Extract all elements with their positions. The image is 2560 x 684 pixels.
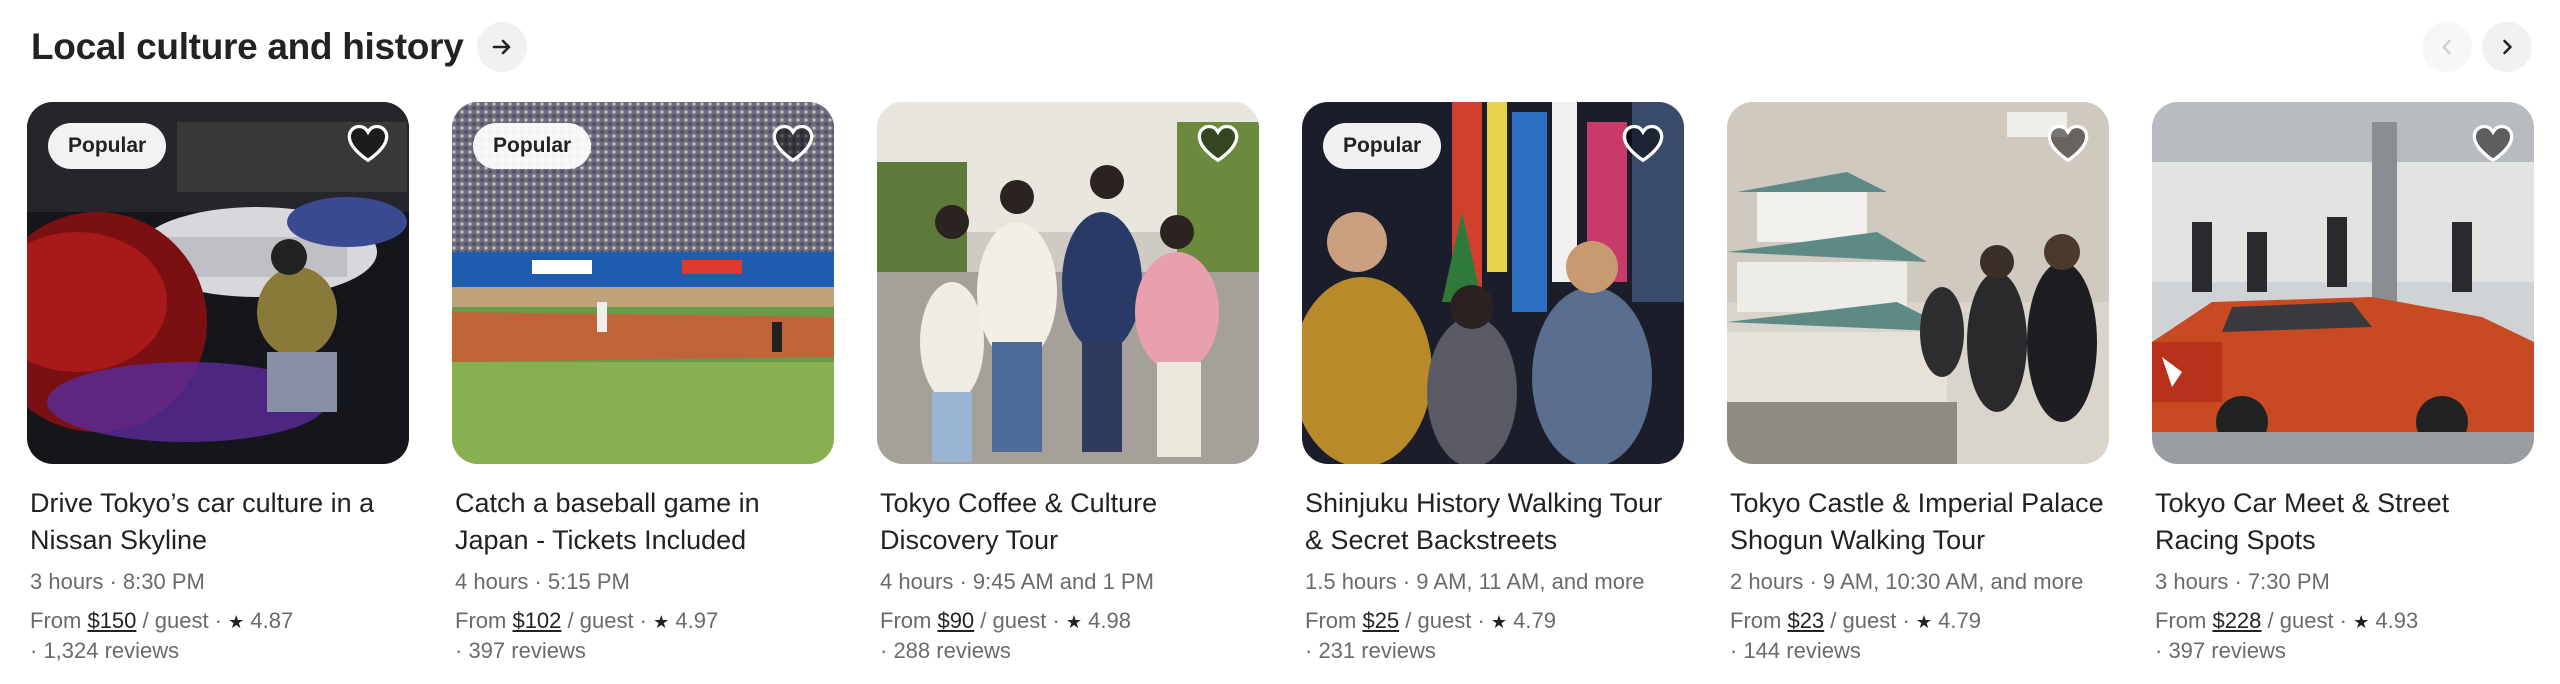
price-amount[interactable]: $90 — [937, 608, 974, 633]
chevron-left-icon — [2442, 39, 2451, 55]
price-suffix: / guest · — [1830, 608, 1910, 633]
price-line: From $90 / guest · ★ 4.98 — [880, 605, 1259, 638]
star-icon: ★ — [228, 612, 245, 632]
price-prefix: From — [1730, 608, 1782, 633]
show-all-button[interactable] — [477, 22, 528, 72]
price-suffix: / guest · — [980, 608, 1060, 633]
experience-photo[interactable] — [1727, 102, 2109, 464]
experience-card[interactable]: Tokyo Car Meet & Street Racing Spots 3 h… — [2152, 102, 2534, 667]
rating-value: 4.98 — [1088, 608, 1131, 633]
experience-title[interactable]: Drive Tokyo’s car culture in a Nissan Sk… — [30, 485, 409, 559]
price-amount[interactable]: $150 — [87, 608, 136, 633]
price-line: From $102 / guest · ★ 4.97 — [455, 605, 834, 638]
next-button[interactable] — [2482, 22, 2532, 72]
experience-details: 1.5 hours · 9 AM, 11 AM, and more — [1305, 569, 1645, 594]
review-count: · 231 reviews — [1305, 638, 1436, 663]
price-prefix: From — [455, 608, 507, 633]
experience-card[interactable]: Tokyo Castle & Imperial Palace Shogun Wa… — [1727, 102, 2109, 667]
review-count: · 397 reviews — [2155, 638, 2286, 663]
popular-badge: Popular — [48, 123, 167, 169]
price-suffix: / guest · — [2267, 608, 2348, 633]
experience-details: 2 hours · 9 AM, 10:30 AM, and more — [1730, 569, 2084, 594]
heart-icon[interactable] — [770, 120, 816, 166]
review-count: · 1,324 reviews — [30, 638, 180, 663]
price-line: From $23 / guest · ★ 4.79 — [1730, 605, 2109, 638]
price-amount[interactable]: $102 — [512, 608, 561, 633]
experience-details: 3 hours · 7:30 PM — [2155, 569, 2330, 594]
rating-value: 4.97 — [675, 608, 719, 633]
review-count: · 288 reviews — [880, 638, 1011, 663]
experience-title[interactable]: Tokyo Castle & Imperial Palace Shogun Wa… — [1730, 485, 2109, 559]
heart-icon[interactable] — [1620, 120, 1666, 166]
experience-photo[interactable] — [2152, 102, 2534, 464]
heart-icon[interactable] — [345, 120, 391, 166]
review-count: · 397 reviews — [455, 638, 586, 663]
price-line: From $150 / guest · ★ 4.87 — [30, 605, 409, 638]
experience-title[interactable]: Tokyo Coffee & Culture Discovery Tour — [880, 485, 1259, 559]
rating-value: 4.87 — [250, 608, 294, 633]
review-count: · 144 reviews — [1730, 638, 1861, 663]
price-suffix: / guest · — [1405, 608, 1485, 633]
experience-details: 4 hours · 9:45 AM and 1 PM — [880, 569, 1154, 594]
experience-details: 4 hours · 5:15 PM — [455, 569, 630, 594]
experience-photo[interactable]: Popular — [452, 102, 834, 464]
heart-icon[interactable] — [2470, 120, 2516, 166]
rating-value: 4.93 — [2375, 608, 2419, 633]
price-amount[interactable]: $25 — [1362, 608, 1399, 633]
price-amount[interactable]: $23 — [1787, 608, 1824, 633]
price-prefix: From — [30, 608, 82, 633]
experience-title[interactable]: Tokyo Car Meet & Street Racing Spots — [2155, 485, 2534, 559]
previous-button[interactable] — [2422, 22, 2472, 72]
section-header: Local culture and history — [31, 22, 528, 72]
star-icon: ★ — [1915, 612, 1933, 632]
price-amount[interactable]: $228 — [2212, 608, 2261, 633]
popular-badge: Popular — [473, 123, 592, 169]
rating-value: 4.79 — [1513, 608, 1556, 633]
popular-badge: Popular — [1323, 123, 1442, 169]
experience-photo[interactable] — [877, 102, 1259, 464]
star-icon: ★ — [1065, 612, 1083, 632]
experience-title[interactable]: Shinjuku History Walking Tour & Secret B… — [1305, 485, 1684, 559]
star-icon: ★ — [2353, 612, 2370, 632]
price-line: From $25 / guest · ★ 4.79 — [1305, 605, 1684, 638]
experience-card[interactable]: Tokyo Coffee & Culture Discovery Tour 4 … — [877, 102, 1259, 667]
experience-photo[interactable]: Popular — [27, 102, 409, 464]
chevron-right-icon — [2503, 39, 2512, 55]
experience-card[interactable]: Popular Drive Tokyo’s car culture in a N… — [27, 102, 409, 667]
heart-icon[interactable] — [2045, 120, 2091, 166]
price-suffix: / guest · — [142, 608, 223, 633]
rating-value: 4.79 — [1938, 608, 1981, 633]
arrow-right-icon — [493, 39, 511, 55]
experience-photo[interactable]: Popular — [1302, 102, 1684, 464]
experience-card[interactable]: Popular Catch a baseball game in Japan -… — [452, 102, 834, 667]
star-icon: ★ — [653, 612, 670, 632]
experience-card[interactable]: Popular Shinjuku History Walking Tour & … — [1302, 102, 1684, 667]
price-prefix: From — [880, 608, 932, 633]
price-prefix: From — [1305, 608, 1357, 633]
section-title: Local culture and history — [31, 26, 464, 67]
price-line: From $228 / guest · ★ 4.93 — [2155, 605, 2534, 638]
experience-title[interactable]: Catch a baseball game in Japan - Tickets… — [455, 485, 834, 559]
star-icon: ★ — [1490, 612, 1508, 632]
price-prefix: From — [2155, 608, 2207, 633]
heart-icon[interactable] — [1195, 120, 1241, 166]
experience-details: 3 hours · 8:30 PM — [30, 569, 205, 594]
price-suffix: / guest · — [567, 608, 648, 633]
